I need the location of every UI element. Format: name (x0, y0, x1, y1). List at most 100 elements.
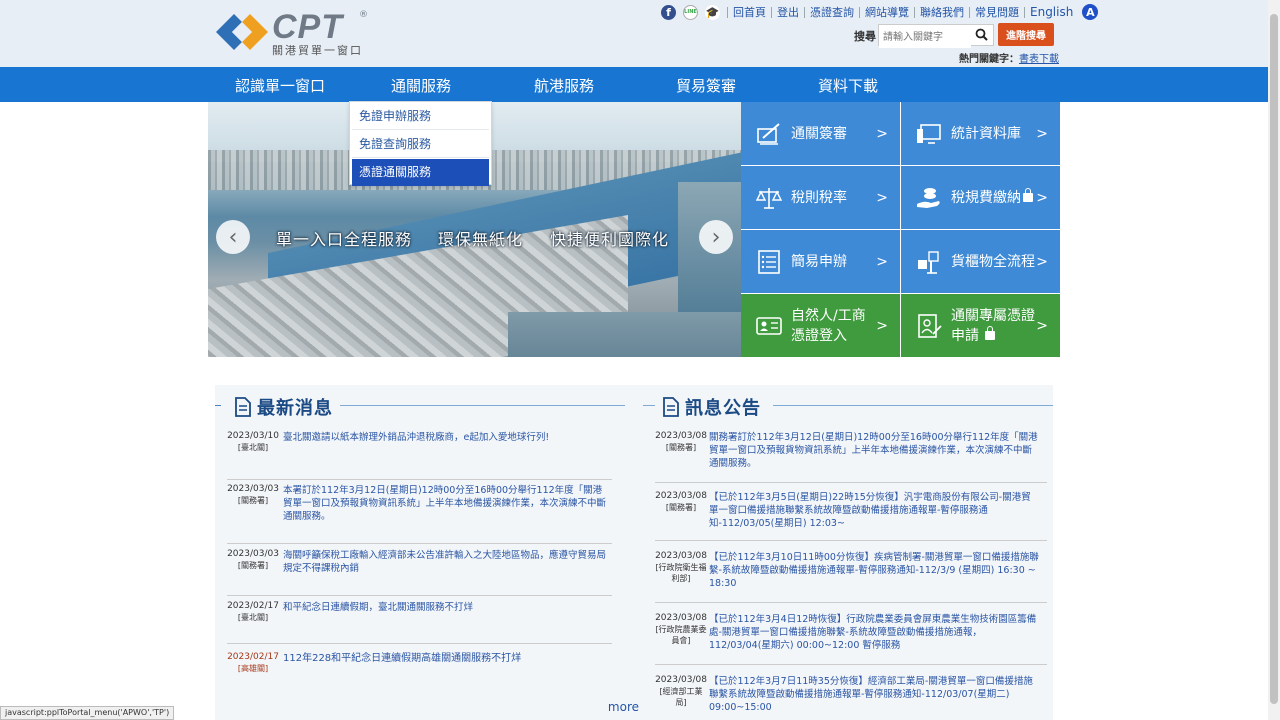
news-item[interactable]: 2023/03/03 [關務署] 海關呼籲保稅工廠輸入經濟部未公告准許輸入之大陸地… (227, 549, 612, 596)
tile-simple-application[interactable]: 簡易申辦 > (741, 230, 900, 293)
document-icon (235, 397, 251, 417)
hot-keywords-label: 熱門關鍵字： (959, 54, 1019, 65)
nav-about[interactable]: 認識單一窗口 (235, 75, 325, 96)
announcement-title[interactable]: 【已於112年3月10日11時00分恢復】疾病管制署-關港貿單一窗口備援措施聯繫… (709, 551, 1039, 590)
nav-downloads[interactable]: 資料下載 (818, 75, 878, 96)
hot-keyword-link[interactable]: 書表下載 (1019, 54, 1059, 65)
banner-next-button[interactable]: › (699, 220, 733, 254)
top-links: f LINE 🎓 回首頁 登出 憑證查詢 網站導覽 聯絡我們 常見問題 Engl… (661, 3, 1099, 21)
banner-slogan-1: 單一入口全程服務 (276, 230, 413, 249)
news-item[interactable]: 2023/03/10 [臺北關] 臺北關邀請以紙本辦理外銷品沖退稅廠商，e起加入愛… (227, 431, 612, 480)
tariff-scale-icon (755, 187, 783, 209)
container-tracking-icon (918, 250, 939, 274)
dropdown-item-cert-free-query[interactable]: 免證查詢服務 (352, 131, 489, 158)
document-icon (663, 397, 679, 417)
tile-label: 稅則稅率 (791, 189, 847, 206)
more-link[interactable]: more (608, 700, 639, 714)
announcement-title[interactable]: 【已於112年3月7日11時35分恢復】經濟部工業局-關港貿單一窗口備援措施聯繫… (709, 675, 1039, 714)
tile-arrow: > (876, 253, 888, 270)
search-label: 搜尋 (854, 30, 876, 43)
certificate-login-icon (756, 316, 782, 335)
tile-arrow: > (876, 125, 888, 142)
announcement-item[interactable]: 2023/03/08 [關務署] 【已於112年3月5日(星期日)22時15分恢復… (655, 491, 1047, 541)
section-divider (340, 405, 625, 406)
announcement-item[interactable]: 2023/03/08 [經濟部工業局] 【已於112年3月7日11時35分恢復】經… (655, 675, 1047, 719)
news-title[interactable]: 本署訂於112年3月12日(星期日)12時00分至16時00分舉行112年度「關… (283, 484, 608, 523)
tile-label: 統計資料庫 (951, 125, 1021, 142)
tile-customs-review[interactable]: 通關簽審 > (741, 102, 900, 165)
advanced-search-button[interactable]: 進階搜尋 (998, 23, 1054, 46)
contact-link[interactable]: 聯絡我們 (914, 6, 969, 18)
banner-foreground (508, 312, 741, 357)
tile-certificate-application[interactable]: 通關專屬憑證 申請 > (901, 294, 1060, 357)
tile-label-line2: 憑證登入 (791, 327, 847, 344)
dropdown-item-cert-free-apply[interactable]: 免證申辦服務 (352, 103, 489, 130)
lock-icon (985, 325, 996, 340)
tile-arrow: > (1036, 125, 1048, 142)
news-org: [關務署] (237, 496, 269, 505)
news-title[interactable]: 和平紀念日連續假期，臺北關通關服務不打烊 (283, 601, 608, 614)
announcement-item[interactable]: 2023/03/08 [關務署] 關務署訂於112年3月12日(星期日)12時00… (655, 431, 1047, 483)
banner-prev-button[interactable]: ‹ (216, 220, 250, 254)
search-input[interactable] (879, 27, 971, 48)
lock-icon (1023, 188, 1033, 202)
certificate-query-link[interactable]: 憑證查詢 (804, 6, 859, 18)
tile-label: 稅規費繳納 (951, 189, 1021, 206)
sitemap-link[interactable]: 網站導覽 (859, 6, 914, 18)
english-link[interactable]: English (1024, 6, 1078, 18)
latest-news-title: 最新消息 (235, 394, 333, 420)
section-divider (643, 405, 655, 406)
tile-fee-payment[interactable]: 稅規費繳納 > (901, 166, 1060, 229)
graduation-cap-icon[interactable]: 🎓 (705, 4, 720, 20)
announcement-title[interactable]: 關務署訂於112年3月12日(星期日)12時00分至16時00分舉行112年度「… (709, 431, 1039, 470)
announcement-item[interactable]: 2023/03/08 [行政院衛生福利部] 【已於112年3月10日11時00分恢… (655, 551, 1047, 603)
logout-link[interactable]: 登出 (771, 6, 804, 18)
announcement-item[interactable]: 2023/03/08 [行政院農業委員會] 【已於112年3月4日12時恢復】行政… (655, 613, 1047, 665)
statistics-database-icon (917, 123, 941, 144)
news-item[interactable]: 2023/02/17 [臺北關] 和平紀念日連續假期，臺北關通關服務不打烊 (227, 601, 612, 644)
tile-label-line1: 通關專屬憑證 (951, 307, 1035, 324)
search-icon[interactable] (975, 28, 988, 41)
tile-arrow: > (1036, 189, 1048, 206)
announcement-date: 2023/03/08 [行政院衛生福利部] (655, 551, 707, 583)
facebook-icon[interactable]: f (661, 4, 676, 20)
section-title-text: 最新消息 (257, 398, 333, 419)
tile-tariff[interactable]: 稅則稅率 > (741, 166, 900, 229)
tile-label: 通關專屬憑證 申請 (951, 306, 1035, 346)
tile-container-tracking[interactable]: 貨櫃物全流程 > (901, 230, 1060, 293)
scrollbar-thumb[interactable] (1270, 14, 1278, 704)
hot-keywords: 熱門關鍵字：書表下載 (959, 50, 1059, 65)
latest-news-list: 2023/03/10 [臺北關] 臺北關邀請以紙本辦理外銷品沖退稅廠商，e起加入愛… (227, 431, 612, 692)
nav-customs-service[interactable]: 通關服務 (391, 75, 451, 96)
page-scrollbar[interactable] (1268, 0, 1280, 720)
news-item[interactable]: 2023/02/17 [高雄關] 112年228和平紀念日連續假期高雄關通關服務不… (227, 652, 612, 692)
news-title[interactable]: 臺北關邀請以紙本辦理外銷品沖退稅廠商，e起加入愛地球行列! (283, 431, 608, 444)
main-nav: 認識單一窗口 通關服務 航港服務 貿易簽審 資料下載 (0, 67, 1268, 102)
news-title[interactable]: 海關呼籲保稅工廠輸入經濟部未公告准許輸入之大陸地區物品，應遵守貿易局規定不得課稅… (283, 549, 608, 575)
nav-port-service[interactable]: 航港服務 (534, 75, 594, 96)
tile-label: 自然人/工商 憑證登入 (791, 306, 866, 346)
tile-label: 簡易申辦 (791, 253, 847, 270)
announcement-title[interactable]: 【已於112年3月5日(星期日)22時15分恢復】汎宇電商股份有限公司-關港貿單… (709, 491, 1039, 530)
home-link[interactable]: 回首頁 (727, 6, 771, 18)
tile-statistics-database[interactable]: 統計資料庫 > (901, 102, 1060, 165)
section-dash (215, 405, 221, 406)
announcement-title[interactable]: 【已於112年3月4日12時恢復】行政院農業委員會屏東農業生物技術園區籌備處-關… (709, 613, 1039, 652)
customs-service-dropdown: 免證申辦服務 免證查詢服務 憑證通關服務 (349, 101, 492, 186)
announcements-list: 2023/03/08 [關務署] 關務署訂於112年3月12日(星期日)12時00… (655, 431, 1047, 719)
news-date: 2023/03/03 [關務署] (227, 484, 279, 505)
nav-trade-review[interactable]: 貿易簽審 (676, 75, 736, 96)
news-title[interactable]: 112年228和平紀念日連續假期高雄關通關服務不打烊 (283, 652, 608, 665)
cpt-logo[interactable]: CPT ® 關港貿單一窗口 (214, 8, 374, 57)
accessibility-icon[interactable]: A (1082, 4, 1099, 20)
announcement-org: [關務署] (665, 503, 697, 512)
tile-label-line2: 申請 (951, 327, 979, 344)
line-icon[interactable]: LINE (683, 4, 698, 20)
tile-certificate-login[interactable]: 自然人/工商 憑證登入 > (741, 294, 900, 357)
dropdown-item-cert-customs[interactable]: 憑證通關服務 (352, 159, 489, 186)
section-title-text: 訊息公告 (685, 398, 761, 419)
logo-registered-mark: ® (359, 10, 368, 20)
faq-link[interactable]: 常見問題 (969, 6, 1024, 18)
news-item[interactable]: 2023/03/03 [關務署] 本署訂於112年3月12日(星期日)12時00分… (227, 484, 612, 544)
announcement-org: [關務署] (665, 443, 697, 452)
